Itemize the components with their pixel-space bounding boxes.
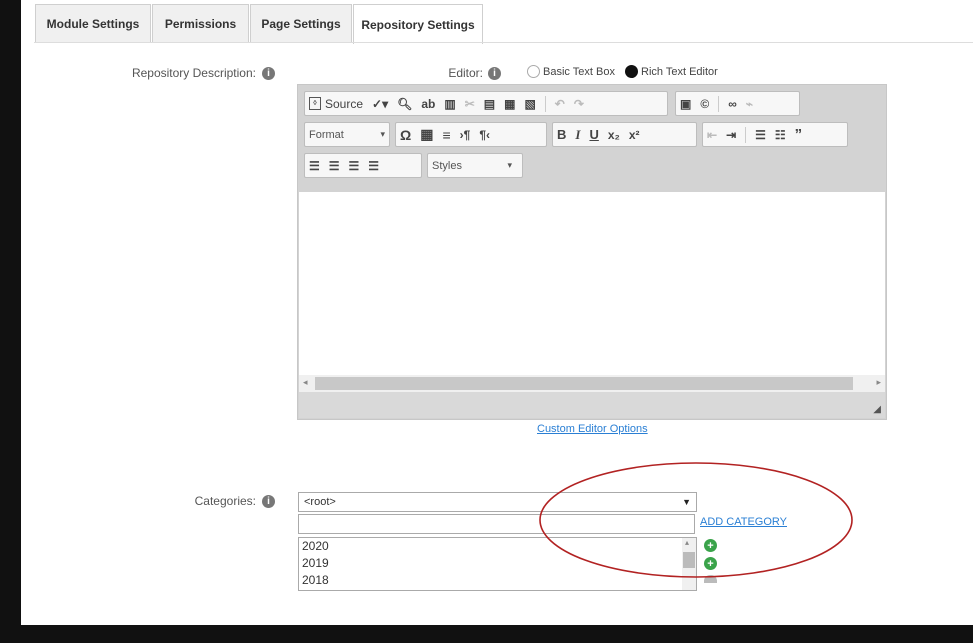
italic-icon[interactable]: I — [575, 127, 580, 143]
paste-word-icon[interactable]: ▧ — [524, 97, 535, 111]
outdent-icon[interactable]: ⇤ — [707, 128, 717, 142]
justify-icon[interactable]: ☰ — [368, 159, 379, 173]
rich-text-editor: ◊ Source ✓▾ 🔍︎ ab ▥ ✂ ▤ ▦ ▧ ↶ ↷ ▣ © ∞ ⌁ F… — [297, 84, 887, 420]
scroll-left-icon[interactable]: ◂ — [303, 377, 308, 388]
horizontal-rule-icon[interactable]: ≡ — [442, 127, 450, 143]
format-dropdown[interactable]: Format ▾ — [304, 122, 390, 147]
image-icon[interactable]: ▣ — [680, 97, 691, 111]
toolbar-separator — [718, 95, 720, 112]
scroll-right-icon[interactable]: ▸ — [876, 377, 881, 388]
blockquote-icon[interactable]: ” — [795, 126, 803, 143]
spellcheck-icon[interactable]: ✓▾ — [372, 97, 388, 111]
editor-content-area[interactable] — [299, 192, 885, 375]
toolbar-separator — [544, 95, 546, 112]
unlink-icon[interactable]: ⌁ — [746, 97, 753, 111]
rich-text-editor-radio[interactable] — [625, 65, 638, 78]
resize-handle-icon[interactable]: ◢ — [873, 404, 881, 415]
annotation-ellipse — [539, 462, 853, 578]
tab-permissions[interactable]: Permissions — [152, 4, 249, 42]
tab-page-settings[interactable]: Page Settings — [250, 4, 352, 42]
basic-text-box-radio[interactable] — [527, 65, 540, 78]
align-right-icon[interactable]: ☰ — [349, 159, 360, 173]
source-button[interactable]: ◊ Source — [309, 97, 363, 111]
bulleted-list-icon[interactable]: ☰ — [755, 128, 766, 142]
info-icon: i — [488, 67, 501, 80]
copy-icon[interactable]: ▤ — [484, 97, 495, 111]
styles-combo: Styles ▾ — [432, 159, 512, 172]
repository-description-label: Repository Description: — [131, 66, 256, 80]
underline-icon[interactable]: U — [589, 127, 598, 142]
format-combo: Format ▾ — [309, 128, 385, 141]
align-left-icon[interactable]: ☰ — [309, 159, 320, 173]
numbered-list-icon[interactable]: ☷ — [775, 128, 786, 142]
cut-icon[interactable]: ✂ — [465, 97, 475, 111]
chevron-down-icon: ▾ — [507, 160, 512, 170]
ltr-icon[interactable]: ›¶ — [460, 128, 471, 142]
info-icon: i — [262, 67, 275, 80]
flash-icon[interactable]: © — [700, 97, 709, 111]
indent-icon[interactable]: ⇥ — [726, 128, 736, 142]
link-icon[interactable]: ∞ — [728, 97, 737, 111]
info-icon: i — [262, 495, 275, 508]
bottom-frame — [0, 625, 973, 643]
editor-label: Editor: — [448, 66, 483, 80]
chevron-down-icon: ▾ — [380, 129, 385, 139]
toolbar-group-basic-styles: B I U x₂ x² — [552, 122, 697, 147]
categories-label: Categories: — [194, 494, 256, 508]
tab-divider — [34, 42, 973, 43]
styles-dropdown[interactable]: Styles ▾ — [427, 153, 523, 178]
subscript-icon[interactable]: x₂ — [608, 128, 620, 142]
align-center-icon[interactable]: ☰ — [329, 159, 340, 173]
horizontal-scrollbar[interactable]: ◂ ▸ — [299, 375, 885, 392]
toolbar-separator — [745, 126, 747, 143]
editor-status-bar: ◢ — [299, 392, 885, 418]
source-icon: ◊ — [309, 97, 321, 110]
redo-icon[interactable]: ↷ — [574, 97, 584, 111]
basic-text-box-label: Basic Text Box — [543, 66, 615, 78]
toolbar-group-paragraph: ⇤ ⇥ ☰ ☷ ” — [702, 122, 848, 147]
superscript-icon[interactable]: x² — [629, 128, 640, 142]
replace-icon[interactable]: ab — [421, 97, 435, 111]
custom-editor-options-link[interactable]: Custom Editor Options — [537, 423, 648, 435]
rtl-icon[interactable]: ¶‹ — [479, 128, 490, 142]
table-icon[interactable]: ▦ — [420, 126, 433, 143]
rich-text-editor-label: Rich Text Editor — [641, 66, 718, 78]
bold-icon[interactable]: B — [557, 127, 566, 142]
special-char-icon[interactable]: Ω — [400, 127, 411, 143]
toolbar-group-objects: Ω ▦ ≡ ›¶ ¶‹ — [395, 122, 547, 147]
undo-icon[interactable]: ↶ — [555, 97, 565, 111]
tab-module-settings[interactable]: Module Settings — [35, 4, 151, 42]
tab-repository-settings[interactable]: Repository Settings — [353, 4, 483, 44]
find-icon[interactable]: 🔍︎ — [397, 97, 412, 111]
settings-page: Module Settings Permissions Page Setting… — [21, 0, 973, 625]
paste-icon[interactable]: ▦ — [504, 97, 515, 111]
copy-format-icon[interactable]: ▥ — [444, 97, 455, 111]
toolbar-group-align: ☰ ☰ ☰ ☰ — [304, 153, 422, 178]
scrollbar-thumb[interactable] — [315, 377, 853, 390]
toolbar-group-insert: ▣ © ∞ ⌁ — [675, 91, 800, 116]
toolbar-group-clipboard: ◊ Source ✓▾ 🔍︎ ab ▥ ✂ ▤ ▦ ▧ ↶ ↷ — [304, 91, 668, 116]
